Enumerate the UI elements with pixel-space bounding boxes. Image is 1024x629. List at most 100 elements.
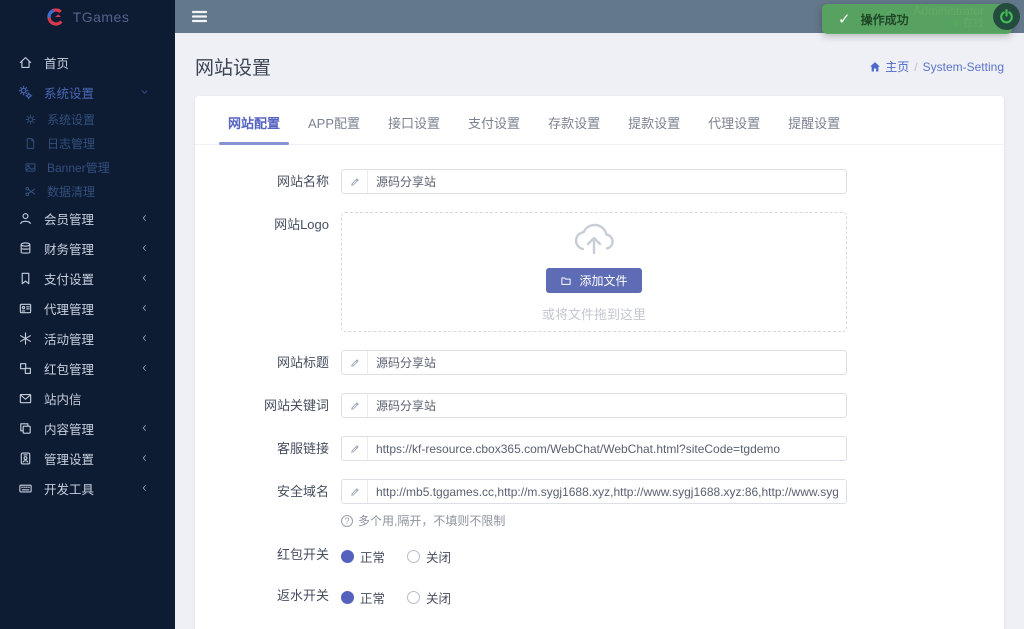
pencil-icon bbox=[342, 394, 368, 417]
breadcrumb-current[interactable]: System-Setting bbox=[923, 60, 1004, 74]
add-file-button[interactable]: 添加文件 bbox=[546, 268, 642, 293]
site-name-input[interactable] bbox=[368, 174, 846, 189]
website-config-form: 网站名称 网站Logo bbox=[195, 145, 1004, 629]
brand[interactable]: TGames bbox=[0, 0, 175, 33]
brand-logo-icon bbox=[47, 7, 65, 26]
file-icon bbox=[24, 137, 37, 150]
sidebar: TGames 首页 系统设置 系统设置 日志管理 Banner管理 数据清理 会… bbox=[0, 0, 175, 629]
hamburger-icon[interactable] bbox=[191, 8, 208, 25]
sidebar-item-label: 支付设置 bbox=[44, 272, 95, 287]
field-label: 网站Logo bbox=[274, 217, 329, 232]
sidebar-item-label: 活动管理 bbox=[44, 332, 95, 347]
brand-name: TGames bbox=[72, 8, 130, 25]
breadcrumb-home-link[interactable]: 主页 bbox=[869, 58, 909, 75]
folder-icon bbox=[561, 277, 572, 285]
sidebar-subitem-banner-management[interactable]: Banner管理 bbox=[0, 155, 175, 179]
cubes-icon bbox=[18, 361, 33, 376]
form-row-rebate-switch: 返水开关 正常 关闭 bbox=[195, 588, 1004, 607]
sidebar-item-finance[interactable]: 财务管理 bbox=[0, 233, 175, 263]
pencil-icon bbox=[342, 351, 368, 374]
tab-app-config[interactable]: APP配置 bbox=[308, 113, 360, 144]
admin-app: TGames 首页 系统设置 系统设置 日志管理 Banner管理 数据清理 会… bbox=[0, 0, 1024, 629]
site-name-inputbox bbox=[341, 169, 847, 194]
field-label: 红包开关 bbox=[276, 547, 329, 562]
sidebar-item-label: 系统设置 bbox=[44, 86, 95, 101]
site-keywords-inputbox bbox=[341, 393, 847, 418]
sidebar-subitem-log-management[interactable]: 日志管理 bbox=[0, 131, 175, 155]
radio-rebate-on[interactable]: 正常 bbox=[341, 588, 385, 607]
tab-reminder-settings[interactable]: 提醒设置 bbox=[788, 113, 840, 144]
sidebar-item-payment-settings[interactable]: 支付设置 bbox=[0, 263, 175, 293]
rebate-radio-group: 正常 关闭 bbox=[341, 588, 847, 607]
chevron-left-icon bbox=[137, 423, 152, 433]
sidebar-item-dev-tools[interactable]: 开发工具 bbox=[0, 473, 175, 503]
sidebar-item-activities[interactable]: 活动管理 bbox=[0, 323, 175, 353]
sidebar-item-label: 站内信 bbox=[44, 392, 82, 407]
database-icon bbox=[18, 241, 33, 256]
red-packet-radio-group: 正常 关闭 bbox=[341, 547, 847, 566]
sidebar-menu: 首页 系统设置 系统设置 日志管理 Banner管理 数据清理 会员管理 财务管… bbox=[0, 33, 175, 503]
sidebar-subitem-system-settings[interactable]: 系统设置 bbox=[0, 107, 175, 131]
copy-icon bbox=[18, 421, 33, 436]
question-circle-icon: ? bbox=[341, 514, 353, 527]
form-row-service-link: 客服链接 bbox=[195, 436, 1004, 461]
tab-website-config[interactable]: 网站配置 bbox=[218, 113, 290, 145]
sidebar-item-content[interactable]: 内容管理 bbox=[0, 413, 175, 443]
cloud-upload-icon bbox=[571, 221, 617, 262]
sidebar-item-label: 代理管理 bbox=[44, 302, 95, 317]
radio-red-packet-off[interactable]: 关闭 bbox=[407, 547, 451, 566]
id-badge-icon bbox=[18, 451, 33, 466]
sidebar-item-messages[interactable]: 站内信 bbox=[0, 383, 175, 413]
sidebar-item-label: 数据清理 bbox=[47, 184, 96, 199]
sidebar-item-red-packets[interactable]: 红包管理 bbox=[0, 353, 175, 383]
form-row-site-title: 网站标题 bbox=[195, 350, 1004, 375]
radio-red-packet-on[interactable]: 正常 bbox=[341, 547, 385, 566]
tab-agent-settings[interactable]: 代理设置 bbox=[708, 113, 760, 144]
site-title-inputbox bbox=[341, 350, 847, 375]
success-toast[interactable]: ✓ 操作成功 bbox=[822, 4, 1012, 34]
field-label: 网站标题 bbox=[276, 355, 329, 370]
sidebar-item-agents[interactable]: 代理管理 bbox=[0, 293, 175, 323]
sidebar-item-home[interactable]: 首页 bbox=[0, 47, 175, 77]
pencil-icon bbox=[342, 480, 368, 503]
chevron-left-icon bbox=[137, 333, 152, 343]
radio-rebate-off[interactable]: 关闭 bbox=[407, 588, 451, 607]
field-label: 返水开关 bbox=[276, 588, 329, 603]
form-row-red-packet-switch: 红包开关 正常 关闭 bbox=[195, 547, 1004, 566]
sidebar-item-admin-settings[interactable]: 管理设置 bbox=[0, 443, 175, 473]
tab-deposit-settings[interactable]: 存款设置 bbox=[548, 113, 600, 144]
sidebar-subitem-data-cleanup[interactable]: 数据清理 bbox=[0, 179, 175, 203]
tab-payment-settings[interactable]: 支付设置 bbox=[468, 113, 520, 144]
field-label: 安全域名 bbox=[276, 484, 329, 499]
image-icon bbox=[24, 161, 37, 174]
site-title-input[interactable] bbox=[368, 355, 846, 370]
service-link-input[interactable] bbox=[368, 441, 846, 456]
sidebar-item-label: Banner管理 bbox=[47, 160, 110, 175]
chevron-down-icon bbox=[137, 87, 152, 97]
sidebar-item-members[interactable]: 会员管理 bbox=[0, 203, 175, 233]
form-row-site-name: 网站名称 bbox=[195, 169, 1004, 194]
field-label: 网站关键词 bbox=[263, 398, 329, 413]
asterisk-icon bbox=[18, 331, 33, 346]
page-head: 网站设置 主页 / System-Setting bbox=[175, 33, 1024, 96]
field-label: 网站名称 bbox=[276, 174, 329, 189]
form-row-site-keywords: 网站关键词 bbox=[195, 393, 1004, 418]
scissors-icon bbox=[24, 185, 37, 198]
keyboard-icon bbox=[18, 481, 33, 496]
pencil-icon bbox=[342, 437, 368, 460]
settings-tabs: 网站配置 APP配置 接口设置 支付设置 存款设置 提款设置 代理设置 提醒设置 bbox=[195, 96, 1004, 145]
breadcrumb-separator: / bbox=[914, 59, 918, 74]
chevron-left-icon bbox=[137, 273, 152, 283]
site-keywords-input[interactable] bbox=[368, 398, 846, 413]
chevron-left-icon bbox=[137, 483, 152, 493]
form-row-safe-domain: 安全域名 ? 多个用,隔开，不填则不限制 bbox=[195, 479, 1004, 529]
logo-upload-dropzone[interactable]: 添加文件 或将文件拖到这里 bbox=[341, 212, 847, 332]
chevron-left-icon bbox=[137, 453, 152, 463]
tab-withdraw-settings[interactable]: 提款设置 bbox=[628, 113, 680, 144]
sidebar-item-system-settings[interactable]: 系统设置 bbox=[0, 77, 175, 107]
logout-power-button[interactable] bbox=[993, 3, 1020, 30]
radio-dot-icon bbox=[341, 550, 354, 563]
safe-domain-input[interactable] bbox=[368, 484, 846, 499]
sidebar-item-label: 开发工具 bbox=[44, 482, 95, 497]
tab-api-settings[interactable]: 接口设置 bbox=[388, 113, 440, 144]
